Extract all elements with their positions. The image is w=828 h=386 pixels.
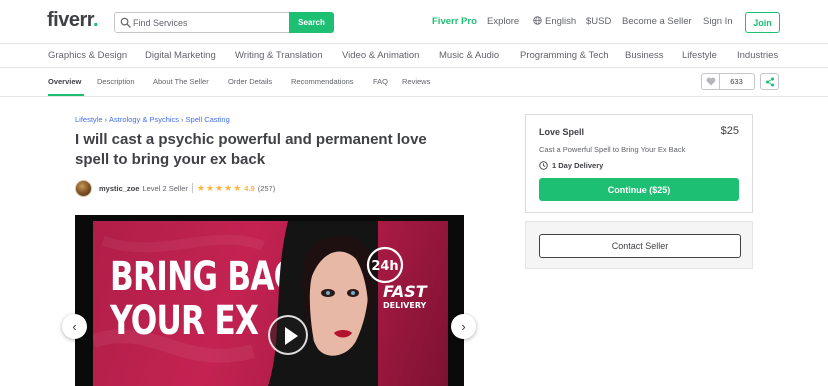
package-description: Cast a Powerful Spell to Bring Your Ex B… bbox=[539, 145, 686, 154]
badge-delivery-text: DELIVERY bbox=[383, 301, 427, 310]
clock-icon bbox=[539, 161, 548, 170]
package-price: $25 bbox=[720, 125, 739, 137]
language-label: English bbox=[545, 16, 577, 27]
continue-button[interactable]: Continue ($25) bbox=[539, 178, 739, 201]
badge-hours-text: 24h bbox=[371, 259, 398, 274]
category-nav: Graphics & Design Digital Marketing Writ… bbox=[0, 44, 828, 68]
logo-text: fiverr bbox=[47, 9, 93, 31]
top-header: fiverr. Search Fiverr Pro Explore Englis… bbox=[0, 0, 828, 44]
gig-promo-image: BRING BACK YOUR EX 24h FAST DELIVERY bbox=[93, 221, 448, 386]
gig-media-gallery[interactable]: BRING BACK YOUR EX 24h FAST DELIVERY bbox=[75, 215, 464, 386]
tab-description[interactable]: Description bbox=[97, 77, 135, 86]
rating-score: 4.9 bbox=[244, 183, 255, 193]
tab-order-details[interactable]: Order Details bbox=[228, 77, 272, 86]
reviews-count[interactable]: (257) bbox=[258, 184, 276, 193]
seller-divider bbox=[191, 183, 193, 193]
tab-overview[interactable]: Overview bbox=[48, 77, 81, 86]
breadcrumb-astrology-psychics[interactable]: Astrology & Psychics bbox=[109, 115, 179, 124]
tab-about-seller[interactable]: About The Seller bbox=[153, 77, 209, 86]
gallery-next-button[interactable]: › bbox=[451, 314, 476, 339]
category-digital-marketing[interactable]: Digital Marketing bbox=[145, 50, 216, 61]
woman-portrait-image bbox=[268, 221, 378, 386]
breadcrumb-lifestyle[interactable]: Lifestyle bbox=[75, 115, 103, 124]
category-programming-tech[interactable]: Programming & Tech bbox=[520, 50, 609, 61]
logo-dot: . bbox=[92, 9, 99, 31]
star-icon: ★ bbox=[205, 182, 215, 193]
breadcrumb: Lifestyle › Astrology & Psychics › Spell Cas… bbox=[75, 115, 230, 124]
gallery-prev-button[interactable]: ‹ bbox=[62, 314, 87, 339]
star-icon: ★ bbox=[196, 182, 205, 193]
breadcrumb-separator: › bbox=[104, 115, 108, 124]
seller-overview: mystic_zoe Level 2 Seller ★ ★ ★ ★ ★ 4.9 … bbox=[75, 179, 275, 197]
breadcrumb-separator: › bbox=[181, 115, 184, 124]
delivery-time: 1 Day Delivery bbox=[539, 161, 603, 170]
seller-username[interactable]: mystic_zoe bbox=[99, 184, 139, 193]
breadcrumb-spell-casting[interactable]: Spell Casting bbox=[186, 115, 230, 124]
star-icon: ★ bbox=[233, 182, 242, 193]
contact-seller-panel: Contact Seller bbox=[525, 221, 753, 269]
star-icon: ★ bbox=[215, 182, 224, 193]
category-industries[interactable]: Industries bbox=[737, 50, 778, 61]
heart-icon bbox=[706, 77, 715, 86]
badge-fast-text: FAST bbox=[383, 282, 428, 301]
share-icon bbox=[765, 77, 774, 86]
tab-reviews[interactable]: Reviews bbox=[402, 77, 430, 86]
language-selector[interactable]: English bbox=[533, 16, 576, 27]
category-lifestyle[interactable]: Lifestyle bbox=[682, 50, 717, 61]
contact-seller-button[interactable]: Contact Seller bbox=[539, 234, 741, 258]
category-graphics-design[interactable]: Graphics & Design bbox=[48, 50, 127, 61]
sign-in-link[interactable]: Sign In bbox=[703, 16, 733, 27]
search-icon bbox=[120, 17, 131, 28]
package-card: Love Spell $25 Cast a Powerful Spell to … bbox=[525, 114, 753, 213]
play-icon bbox=[285, 327, 298, 345]
star-icon: ★ bbox=[224, 182, 233, 193]
gig-sub-nav: Overview Description About The Seller Or… bbox=[0, 68, 828, 97]
seller-level: Level 2 Seller bbox=[142, 183, 188, 193]
search-bar: Search bbox=[114, 12, 334, 33]
globe-icon bbox=[533, 16, 542, 25]
package-title: Love Spell bbox=[539, 127, 585, 137]
explore-link[interactable]: Explore bbox=[487, 16, 519, 27]
search-button[interactable]: Search bbox=[289, 12, 334, 33]
seller-avatar[interactable] bbox=[75, 179, 92, 197]
share-button[interactable] bbox=[760, 73, 779, 90]
fiverr-pro-link[interactable]: Fiverr Pro bbox=[432, 16, 477, 27]
chevron-left-icon: ‹ bbox=[72, 319, 77, 334]
active-tab-indicator bbox=[48, 94, 84, 96]
currency-selector[interactable]: $USD bbox=[586, 16, 611, 27]
fiverr-logo[interactable]: fiverr. bbox=[47, 9, 99, 32]
become-seller-link[interactable]: Become a Seller bbox=[622, 16, 692, 27]
join-button[interactable]: Join bbox=[745, 12, 780, 33]
favorites-count: 633 bbox=[719, 73, 755, 90]
tab-recommendations[interactable]: Recommendations bbox=[291, 77, 354, 86]
chevron-right-icon: › bbox=[461, 319, 466, 334]
gig-title: I will cast a psychic powerful and perma… bbox=[75, 131, 427, 168]
category-business[interactable]: Business bbox=[625, 50, 664, 61]
category-video-animation[interactable]: Video & Animation bbox=[342, 50, 419, 61]
search-input[interactable] bbox=[133, 15, 283, 31]
tab-faq[interactable]: FAQ bbox=[373, 77, 388, 86]
delivery-label: 1 Day Delivery bbox=[552, 161, 604, 170]
play-video-button[interactable] bbox=[268, 315, 308, 355]
fast-delivery-badge: 24h FAST DELIVERY bbox=[366, 246, 428, 310]
category-writing-translation[interactable]: Writing & Translation bbox=[235, 50, 322, 61]
category-music-audio[interactable]: Music & Audio bbox=[439, 50, 499, 61]
promo-headline-line2: YOUR EX bbox=[110, 298, 259, 344]
favorite-button[interactable] bbox=[701, 73, 720, 90]
